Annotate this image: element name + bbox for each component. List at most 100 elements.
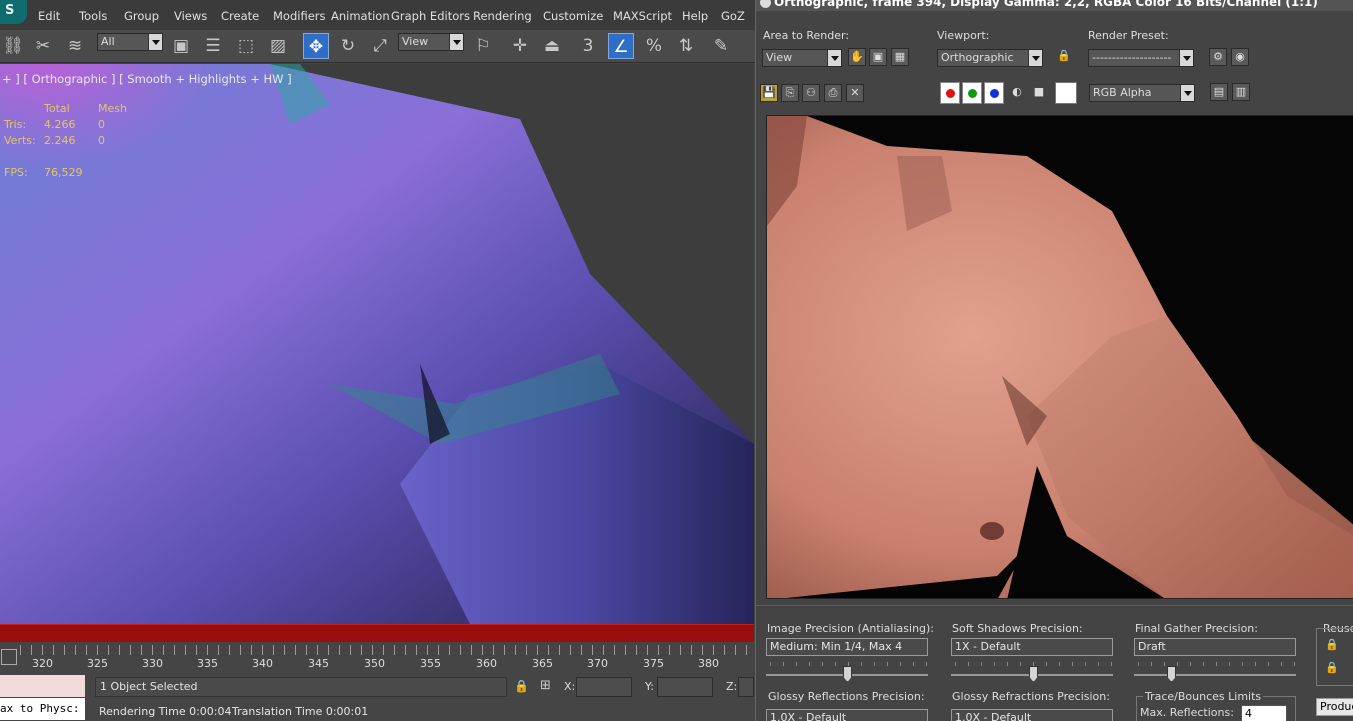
display-channel-value: RGB Alpha [1093,86,1152,99]
image-precision-label: Image Precision (Antialiasing): [767,622,935,635]
selection-filter-dropdown[interactable]: All [97,33,163,51]
menu-graph-editors[interactable]: Graph Editors [391,9,470,23]
menu-animation[interactable]: Animation [331,9,390,23]
bind-space-warp-icon[interactable]: ≋ [62,33,88,59]
edit-region-icon[interactable]: ✋ [848,48,866,66]
select-and-manipulate-icon[interactable]: ✛ [507,33,533,59]
z-coord-field[interactable] [738,677,754,697]
clone-window-icon[interactable]: ⚇ [802,84,820,102]
glossy-refractions-field[interactable]: 1.0X - Default [951,709,1113,721]
green-dot-icon [968,89,977,98]
background-color-swatch[interactable] [1055,82,1077,104]
snap-toggle-icon[interactable]: 3 [575,33,601,59]
print-image-icon[interactable]: ⎙ [824,84,842,102]
unlink-icon[interactable]: ✂ [30,33,56,59]
edit-named-selection-icon[interactable]: ✎ [708,33,734,59]
menu-maxscript[interactable]: MAXScript [613,9,672,23]
production-button[interactable]: Produc [1316,698,1353,716]
maxscript-listener-input[interactable] [0,675,85,697]
lock-viewport-icon[interactable]: 🔒 [1055,48,1073,66]
reuse-lock-icon-2[interactable]: 🔒 [1323,660,1341,678]
viewport-label[interactable]: + ] [ Orthographic ] [ Smooth + Highligh… [2,72,292,86]
timeline-tick-label: 360 [476,657,497,670]
spinner-snap-icon[interactable]: ⇅ [673,33,699,59]
timeline-tick-label: 335 [197,657,218,670]
render-window-titlebar[interactable]: Orthographic, frame 394, Display Gamma: … [756,0,1353,11]
angle-snap-icon[interactable]: ∠ [608,33,634,59]
auto-region-icon[interactable]: ▣ [869,48,887,66]
rendered-image[interactable] [766,115,1353,599]
stat-tris-mesh: 0 [98,118,105,131]
maxscript-listener-output[interactable]: ax to Physc: [0,698,85,720]
menu-group[interactable]: Group [124,9,159,23]
move-icon[interactable]: ✥ [303,33,329,59]
menu-tools[interactable]: Tools [79,9,107,23]
viewport-dropdown[interactable]: Orthographic [937,49,1043,67]
y-coord-field[interactable] [657,677,713,697]
lock-selection-icon[interactable]: 🔒 [514,679,529,693]
blue-channel-toggle[interactable] [984,82,1004,104]
menu-goz[interactable]: GoZ [721,9,745,23]
render-setup-icon[interactable]: ⚙ [1209,48,1227,66]
time-slider-track[interactable] [0,624,754,642]
area-to-render-dropdown[interactable]: View [762,49,842,67]
timeline-toggle-icon[interactable] [1,649,17,665]
select-object-icon[interactable]: ▣ [168,33,194,59]
glossy-reflections-field[interactable]: 1.0X - Default [766,709,928,721]
save-image-icon[interactable]: 💾 [760,84,778,102]
timeline[interactable]: 320 325 330 335 340 345 350 355 360 365 … [0,643,754,675]
final-gather-ticks [1138,662,1296,666]
green-channel-toggle[interactable] [962,82,982,104]
menu-modifiers[interactable]: Modifiers [273,9,326,23]
x-coord-field[interactable] [576,677,632,697]
select-by-name-icon[interactable]: ☰ [200,33,226,59]
timeline-tick-label: 355 [420,657,441,670]
menu-help[interactable]: Help [682,9,708,23]
menu-create[interactable]: Create [221,9,259,23]
render-region-icon[interactable]: ▦ [891,48,909,66]
toggle-ui-overlay-icon[interactable]: ▤ [1210,83,1228,101]
menu-views[interactable]: Views [174,9,207,23]
keyboard-shortcut-override-icon[interactable]: ⏏ [539,33,565,59]
rectangular-selection-icon[interactable]: ⬚ [233,33,259,59]
pivot-center-icon[interactable]: ⚐ [470,33,496,59]
alpha-channel-icon[interactable]: ◐ [1008,84,1026,102]
reuse-lock-icon-1[interactable]: 🔒 [1323,637,1341,655]
environment-effects-icon[interactable]: ◉ [1231,48,1249,66]
soft-shadows-slider-thumb[interactable] [1029,666,1038,682]
menu-rendering[interactable]: Rendering [473,9,532,23]
copy-image-icon[interactable]: ⎘ [781,84,799,102]
render-preset-dropdown[interactable]: -------------------- [1088,49,1194,67]
absolute-mode-icon[interactable]: ⊞ [540,678,551,693]
timeline-tick-label: 325 [87,657,108,670]
max-reflections-spinner[interactable]: 4 [1241,705,1287,721]
menu-customize[interactable]: Customize [543,9,603,23]
image-precision-field[interactable]: Medium: Min 1/4, Max 4 [766,638,928,656]
image-precision-slider-thumb[interactable] [843,666,852,682]
app-logo-text: S [5,3,15,18]
scale-icon[interactable]: ⤢ [367,33,393,59]
toggle-ui-icon[interactable]: ▥ [1232,83,1250,101]
final-gather-slider-thumb[interactable] [1167,666,1176,682]
reference-coord-dropdown[interactable]: View [398,33,464,51]
blue-dot-icon [990,89,999,98]
monochrome-icon[interactable]: ■ [1030,84,1048,102]
window-crossing-icon[interactable]: ▨ [265,33,291,59]
chevron-down-icon [1179,50,1193,66]
link-icon[interactable]: ⛓ [0,33,26,59]
chevron-down-icon [148,34,162,50]
final-gather-slider[interactable] [1134,674,1296,676]
menu-edit[interactable]: Edit [38,9,60,23]
display-channel-dropdown[interactable]: RGB Alpha [1089,84,1195,102]
rotate-icon[interactable]: ↻ [335,33,361,59]
red-channel-toggle[interactable] [940,82,960,104]
viewport-orthographic[interactable]: + ] [ Orthographic ] [ Smooth + Highligh… [0,64,754,624]
soft-shadows-field[interactable]: 1X - Default [951,638,1113,656]
final-gather-field[interactable]: Draft [1134,638,1296,656]
red-dot-icon [946,89,955,98]
percent-snap-icon[interactable]: % [641,33,667,59]
percent-snap-label: % [645,36,663,56]
app-logo-button[interactable]: S [0,0,27,24]
stat-fps-value: 76,529 [44,166,83,179]
clear-image-icon[interactable]: ✕ [846,84,864,102]
